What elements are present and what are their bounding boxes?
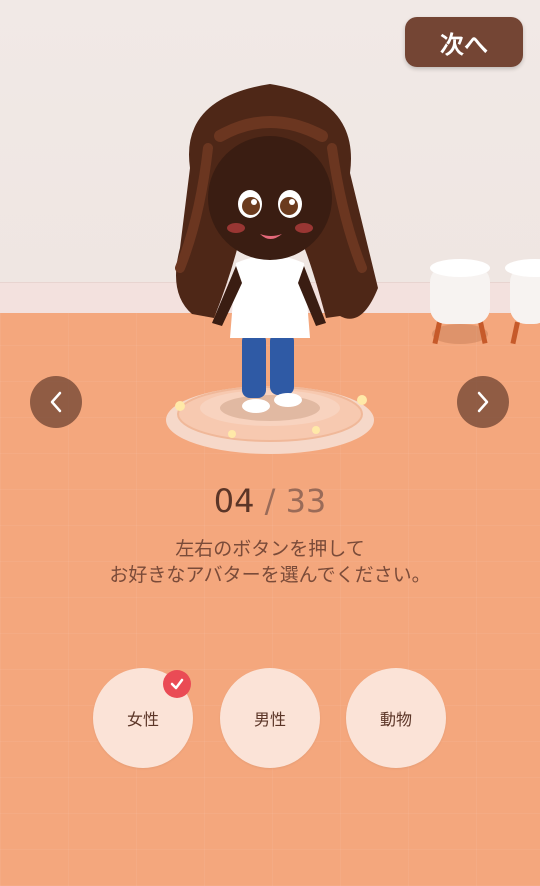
next-avatar-button[interactable] [457, 376, 509, 428]
checkmark-icon [170, 678, 184, 690]
instruction-text: 左右のボタンを押して お好きなアバターを選んでください。 [0, 536, 540, 588]
counter-total: 33 [285, 482, 327, 520]
category-male-button[interactable]: 男性 [220, 668, 320, 768]
next-button[interactable]: 次へ [405, 17, 523, 67]
avatar-counter: 04 / 33 [0, 482, 540, 520]
instruction-line-2: お好きなアバターを選んでください。 [109, 564, 431, 586]
selected-checkmark-icon [163, 670, 191, 698]
avatar-figure [166, 84, 378, 454]
instruction-line-1: 左右のボタンを押して [175, 538, 365, 560]
chevron-right-icon [477, 391, 489, 413]
chevron-left-icon [50, 391, 62, 413]
previous-avatar-button[interactable] [30, 376, 82, 428]
category-animal-button[interactable]: 動物 [346, 668, 446, 768]
counter-separator: / [264, 482, 276, 520]
counter-current: 04 [213, 482, 255, 520]
stool-furniture [430, 259, 540, 345]
